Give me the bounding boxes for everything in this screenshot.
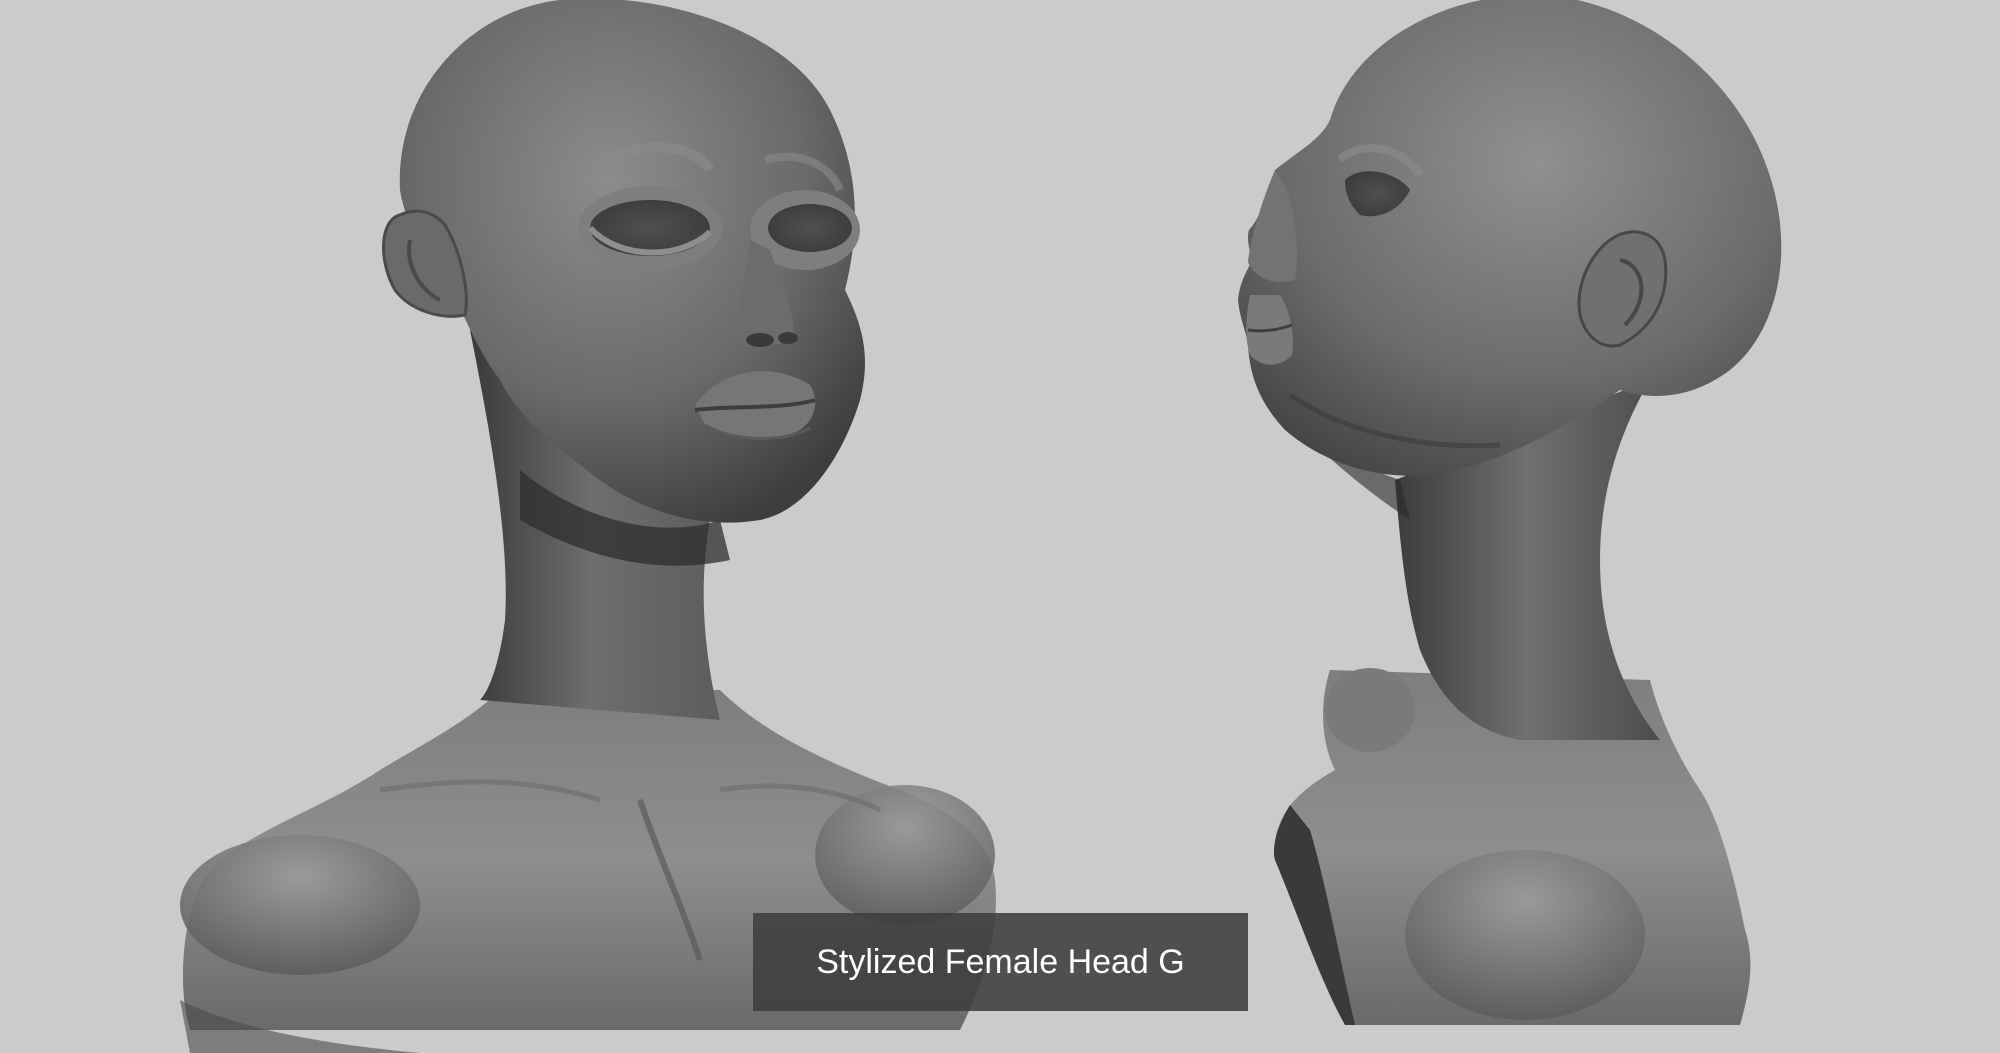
render-viewport: Stylized Female Head G	[0, 0, 2000, 1053]
caption-banner: Stylized Female Head G	[753, 913, 1248, 1011]
caption-title: Stylized Female Head G	[816, 942, 1185, 981]
sculpt-render	[180, 0, 1782, 1053]
bust-front-view	[180, 0, 996, 1053]
bust-profile-shoulder	[1405, 850, 1645, 1020]
bust-front-shoulder-left	[180, 835, 420, 975]
bust-profile-head	[1238, 0, 1782, 476]
bust-front-shoulder-right	[815, 785, 995, 925]
bust-profile-view	[1238, 0, 1782, 1025]
